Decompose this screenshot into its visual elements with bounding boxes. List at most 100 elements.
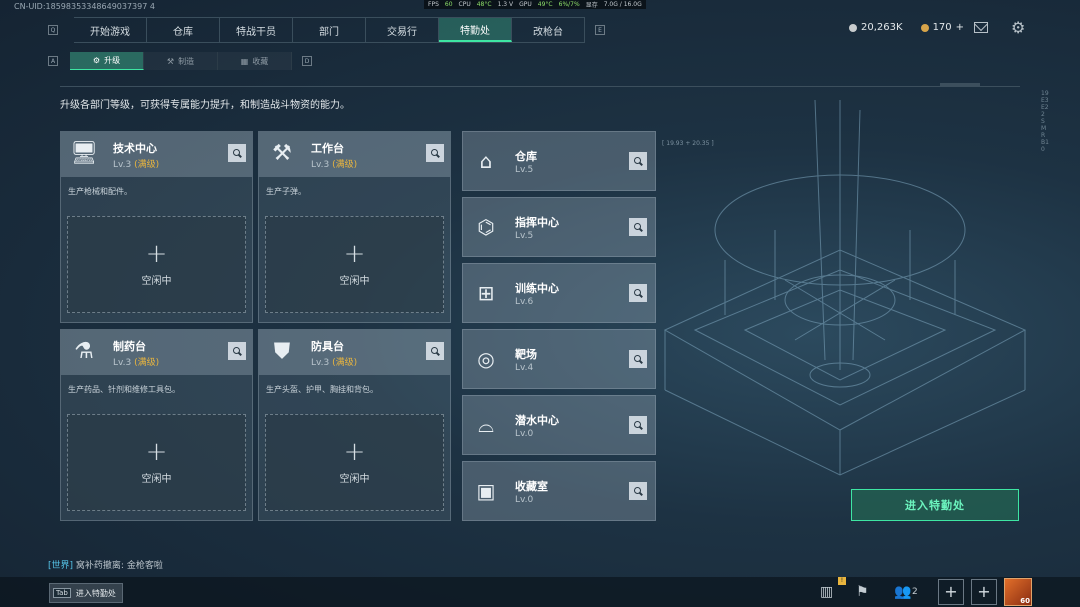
card-warehouse[interactable]: ⌂ 仓库 Lv.5 [462,131,656,191]
card-header: ⚒ 工作台 Lv.3 (满级) [259,132,450,177]
inspect-button[interactable] [629,218,647,236]
gpu-temp: 49°C [537,1,553,8]
inspect-button[interactable] [629,350,647,368]
card-title: 仓库 [515,150,537,163]
enter-special-ops-button[interactable]: 进入特勤处 [851,489,1019,521]
notification-badge: ! [838,577,846,585]
slot-status: 空闲中 [339,276,370,287]
card-title: 工作台 [311,142,344,155]
card-level: Lv.0 [515,429,534,439]
craft-icon: ⚒ [166,56,175,66]
card-level: Lv.5 [515,165,534,175]
slot-status: 空闲中 [141,474,172,485]
inspect-button[interactable] [629,284,647,302]
card-header: ⛊ 防具台 Lv.3 (满级) [259,330,450,375]
inspect-button[interactable] [426,342,444,360]
chat-line[interactable]: [世界] 窝补药撤离: 金枪客啦 [48,558,163,571]
card-diving-center[interactable]: ⌓ 潜水中心 Lv.0 [462,395,656,455]
collection-room-icon: ▣ [476,479,496,503]
nav-next-key-hint[interactable]: E [595,25,605,35]
subtab-upgrade[interactable]: ⚙ 升级 [70,52,144,70]
coordinate-readout: [ 19.93 + 20.35 ] [662,140,714,147]
add-icon: + [343,437,366,467]
card-level: Lv.6 [515,297,534,307]
inspect-button[interactable] [629,416,647,434]
nav-prev-key-hint[interactable]: Q [48,25,58,35]
silver-amount[interactable]: 20,263K [861,22,903,33]
inspect-button[interactable] [629,482,647,500]
main-navigation: Q 开始游戏 仓库 特战干员 部门 交易行 特勤处 改枪台 E [48,17,605,43]
card-collection-room[interactable]: ▣ 收藏室 Lv.0 [462,461,656,521]
mail-icon[interactable] [974,22,988,33]
add-friend-button[interactable]: + [938,579,964,605]
tab-key-hint: Tab [53,588,71,598]
add-icon: + [343,239,366,269]
card-pharmacy[interactable]: ⚗ 制药台 Lv.3 (满级) 生产药品、针剂和维修工具包。 + 空闲中 [60,329,253,521]
card-title: 技术中心 [113,142,157,155]
add-gold-button[interactable]: + [956,22,964,33]
tab-operators[interactable]: 特战干员 [220,18,293,42]
card-title: 指挥中心 [515,216,559,229]
tab-warehouse[interactable]: 仓库 [147,18,220,42]
subnav-prev-key-hint[interactable]: A [48,56,58,66]
player-level: 60 [1020,597,1030,605]
subnav-next-key-hint[interactable]: D [302,56,312,66]
card-armor-bench[interactable]: ⛊ 防具台 Lv.3 (满级) 生产头盔、护甲、胸挂和背包。 + 空闲中 [258,329,451,521]
card-title: 潜水中心 [515,414,559,427]
inspect-button[interactable] [228,144,246,162]
card-shooting-range[interactable]: ◎ 靶场 Lv.4 [462,329,656,389]
currency-bar: 20,263K 170 + [849,22,964,33]
base-hologram [663,100,1027,476]
performance-overlay: FPS 60 CPU 48°C 1.3 V GPU 49°C 6%/7% 显存 … [424,0,646,9]
cpu-voltage: 1.3 V [497,1,514,8]
chat-user: 窝补药撤离: [75,561,124,571]
production-slot[interactable]: + 空闲中 [67,216,246,313]
flag-icon[interactable]: ⚑ [856,583,869,601]
chat-message: 金枪客啦 [126,561,163,571]
subtab-craft-label: 制造 [178,56,195,66]
stats-chart-icon[interactable]: ▥ [820,583,833,601]
sub-tabs: ⚙ 升级 ⚒ 制造 ▦ 收藏 [70,52,292,70]
card-training-center[interactable]: ⊞ 训练中心 Lv.6 [462,263,656,323]
cpu-temp: 48°C [476,1,492,8]
card-title: 防具台 [311,340,344,353]
tab-start-game[interactable]: 开始游戏 [74,18,147,42]
tab-special-ops[interactable]: 特勤处 [439,18,512,42]
squad-icon[interactable]: 👥 [894,583,911,601]
diving-center-icon: ⌓ [478,413,494,437]
command-center-icon: ⌬ [477,215,495,239]
card-level: Lv.5 [515,231,534,241]
card-title: 制药台 [113,340,146,353]
gear-icon[interactable]: ⚙ [1011,20,1025,36]
inspect-button[interactable] [629,152,647,170]
inspect-button[interactable] [426,144,444,162]
avatar[interactable]: 60 [1004,578,1032,606]
card-tech-center[interactable]: 🖥 技术中心 Lv.3 (满级) 生产枪械和配件。 + 空闲中 [60,131,253,323]
card-command-center[interactable]: ⌬ 指挥中心 Lv.5 [462,197,656,257]
production-slot[interactable]: + 空闲中 [67,414,246,511]
card-description: 生产头盔、护甲、胸挂和背包。 [266,385,378,394]
bottom-bar [0,577,1080,607]
tab-trading[interactable]: 交易行 [366,18,439,42]
production-slot[interactable]: + 空闲中 [265,216,444,313]
header-divider [60,83,1020,87]
tab-department[interactable]: 部门 [293,18,366,42]
production-slot[interactable]: + 空闲中 [265,414,444,511]
card-description: 生产子弹。 [266,187,306,196]
subtab-collection-label: 收藏 [252,56,269,66]
tab-gunsmith[interactable]: 改枪台 [512,18,585,42]
card-title: 训练中心 [515,282,559,295]
warehouse-icon: ⌂ [479,149,493,173]
subtab-collection[interactable]: ▦ 收藏 [218,52,292,70]
gold-coin-icon [920,23,929,32]
gold-amount[interactable]: 170 [933,22,952,33]
inspect-button[interactable] [228,342,246,360]
subtab-craft[interactable]: ⚒ 制造 [144,52,218,70]
card-workbench[interactable]: ⚒ 工作台 Lv.3 (满级) 生产子弹。 + 空闲中 [258,131,451,323]
training-center-icon: ⊞ [477,281,495,305]
tech-center-icon: 🖥 [70,141,98,166]
add-icon: + [145,239,168,269]
armor-bench-icon: ⛊ [273,339,291,364]
add-slot-button[interactable]: + [971,579,997,605]
tab-shortcut-button[interactable]: Tab 进入特勤处 [49,583,123,603]
